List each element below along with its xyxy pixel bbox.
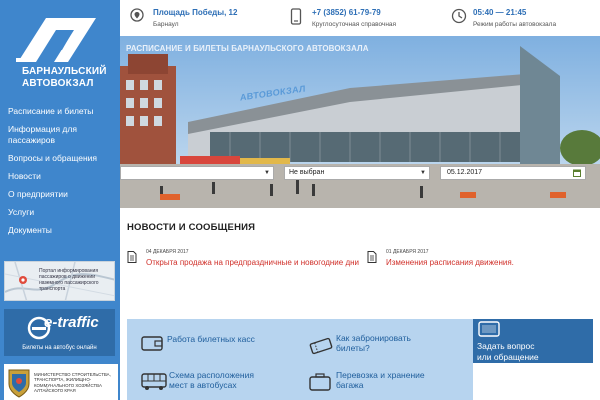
- nav-item-services[interactable]: Услуги: [0, 207, 120, 218]
- etraffic-caption: Билеты на автобус онлайн: [22, 345, 97, 351]
- luggage-line2: багажа: [336, 380, 364, 390]
- to-chevron-down-icon: ▼: [420, 170, 426, 176]
- ask-line1: Задать вопрос: [477, 341, 535, 351]
- address-sub: Барнаул: [153, 21, 179, 28]
- how-to-book-tile[interactable]: Как забронировать билеты?: [309, 333, 469, 359]
- luggage-line1: Перевозка и хранение: [336, 370, 425, 380]
- news-item: 01 ДЕКАБРЯ 2017 Изменения расписания дви…: [386, 249, 514, 267]
- address-block: Площадь Победы, 12 Барнаул: [153, 8, 237, 28]
- hero-banner: АВТОВОКЗАЛ РАСПИСАНИЕ И БИЛЕТЫ БАРНАУЛЬС…: [120, 36, 600, 208]
- bus-station-photo: [120, 36, 600, 208]
- address-title[interactable]: Площадь Победы, 12: [153, 8, 237, 17]
- news-date: 04 ДЕКАБРЯ 2017: [146, 249, 189, 255]
- location-pin-icon: [130, 8, 144, 22]
- date-input[interactable]: 05.12.2017: [440, 166, 586, 180]
- date-value: 05.12.2017: [447, 169, 483, 176]
- ticket-offices-label: Работа билетных касс: [167, 334, 255, 344]
- logo-text: БАРНАУЛЬСКИЙ АВТОВОКЗАЛ: [22, 66, 107, 90]
- ministry-text: МИНИСТЕРСТВО СТРОИТЕЛЬСТВА, ТРАНСПОРТА, …: [34, 372, 111, 393]
- coat-of-arms-icon: [8, 369, 30, 398]
- news-item: 04 ДЕКАБРЯ 2017 Открыта продажа на предп…: [146, 249, 359, 267]
- phone-sub: Круглосуточная справочная: [312, 21, 397, 28]
- calendar-icon[interactable]: [573, 169, 581, 177]
- phone-title[interactable]: +7 (3852) 61-79-79: [312, 8, 396, 17]
- services-panel: Работа билетных касс Как забронировать б…: [127, 319, 473, 400]
- how-to-book-line1: Как забронировать: [336, 333, 411, 343]
- suitcase-icon: [309, 373, 331, 391]
- hours-block: 05:40 — 21:45 Режим работы автовокзала: [473, 8, 556, 28]
- ticket-offices-tile[interactable]: Работа билетных касс: [141, 333, 301, 357]
- seat-map-label: Схема расположения мест в автобусах: [169, 370, 254, 390]
- search-bar: ▼ Не выбран ▼ 05.12.2017: [120, 166, 600, 180]
- header: Площадь Победы, 12 Барнаул +7 (3852) 61-…: [120, 0, 600, 36]
- wallet-icon: [141, 336, 163, 351]
- ask-line2: или обращение: [477, 352, 539, 362]
- logo-line2: АВТОВОКЗАЛ: [22, 78, 94, 89]
- tickets-icon: [309, 337, 333, 355]
- how-to-book-label: Как забронировать билеты?: [336, 333, 411, 353]
- seat-map-line2: мест в автобусах: [169, 380, 237, 390]
- bus-icon: [141, 373, 167, 390]
- news-link[interactable]: Открыта продажа на предпраздничные и нов…: [146, 258, 359, 267]
- logo-line1: БАРНАУЛЬСКИЙ: [22, 66, 107, 77]
- nav-item-about[interactable]: О предприятии: [0, 189, 120, 200]
- news-document-icon: [367, 251, 377, 263]
- hero-caption: РАСПИСАНИЕ И БИЛЕТЫ БАРНАУЛЬСКОГО АВТОВО…: [126, 44, 369, 53]
- news-date: 01 ДЕКАБРЯ 2017: [386, 249, 429, 255]
- luggage-label: Перевозка и хранение багажа: [336, 370, 425, 390]
- news-section-title: НОВОСТИ И СООБЩЕНИЯ: [127, 222, 256, 233]
- luggage-tile[interactable]: Перевозка и хранение багажа: [309, 369, 469, 395]
- how-to-book-line2: билеты?: [336, 343, 370, 353]
- from-select[interactable]: ▼: [120, 166, 274, 180]
- logo[interactable]: БАРНАУЛЬСКИЙ АВТОВОКЗАЛ: [0, 0, 120, 100]
- nav-item-documents[interactable]: Документы: [0, 225, 120, 236]
- etraffic-banner[interactable]: e-traffic Билеты на автобус онлайн: [4, 309, 115, 356]
- phone-icon: [290, 8, 302, 25]
- transport-portal-text: Портал информирования пассажиров о движе…: [39, 268, 99, 292]
- hours-title: 05:40 — 21:45: [473, 8, 527, 17]
- seat-map-tile[interactable]: Схема расположения мест в автобусах: [141, 369, 301, 395]
- nav-item-schedule[interactable]: Расписание и билеты: [0, 106, 120, 117]
- nav-item-passenger-info[interactable]: Информация для пассажиров: [0, 124, 120, 146]
- question-chat-icon: [478, 321, 500, 337]
- nav-item-questions[interactable]: Вопросы и обращения: [0, 153, 120, 164]
- phone-block: +7 (3852) 61-79-79 Круглосуточная справо…: [312, 8, 396, 28]
- news-document-icon: [127, 251, 137, 263]
- from-chevron-down-icon: ▼: [264, 170, 270, 176]
- to-select[interactable]: Не выбран ▼: [284, 166, 430, 180]
- ask-question-button[interactable]: Задать вопрос или обращение: [473, 319, 593, 363]
- etraffic-logo-text: e-traffic: [44, 314, 99, 331]
- ask-question-label: Задать вопрос или обращение: [477, 341, 539, 363]
- seat-map-line1: Схема расположения: [169, 370, 254, 380]
- nav-item-news[interactable]: Новости: [0, 171, 120, 182]
- hours-sub: Режим работы автовокзала: [473, 21, 557, 28]
- to-value: Не выбран: [289, 169, 325, 176]
- bus-station-logo-icon: [16, 18, 96, 62]
- sidebar-nav: Расписание и билеты Информация для пасса…: [0, 106, 120, 243]
- ministry-banner[interactable]: МИНИСТЕРСТВО СТРОИТЕЛЬСТВА, ТРАНСПОРТА, …: [4, 364, 118, 400]
- news-link[interactable]: Изменения расписания движения.: [386, 258, 514, 267]
- transport-portal-banner[interactable]: Портал информирования пассажиров о движе…: [4, 261, 115, 301]
- clock-icon: [451, 8, 467, 24]
